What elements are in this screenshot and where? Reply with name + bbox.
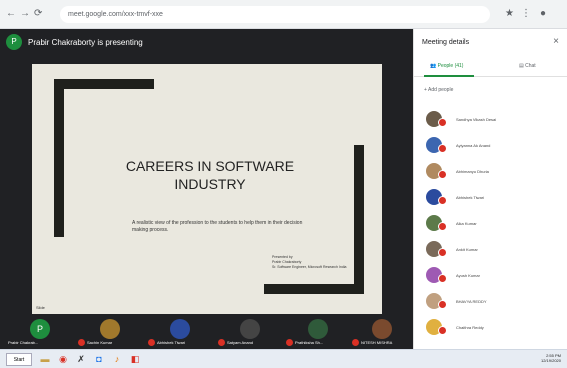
meeting-stage: P Prabir Chakraborty is presenting CAREE…: [0, 29, 413, 349]
mic-off-icon: [438, 248, 447, 257]
slide-bracket-bottom-right-v: [354, 145, 364, 294]
slide-presented-by: Presented by Prabir Chakraborty Sr. Soft…: [272, 255, 347, 269]
panel-title: Meeting details: [422, 39, 470, 46]
list-item[interactable]: Ayush Kumar: [414, 263, 567, 289]
participant-tile[interactable]: Abhishek Tiwari: [148, 319, 208, 349]
tab-people[interactable]: 👥 People (41): [430, 63, 463, 69]
back-icon[interactable]: ←: [6, 8, 16, 19]
extension-icon[interactable]: ★: [505, 8, 514, 19]
forward-icon[interactable]: →: [20, 8, 30, 19]
mic-off-icon: [148, 339, 155, 346]
close-icon[interactable]: ×: [553, 36, 559, 47]
add-people-button[interactable]: + Add people: [424, 87, 453, 93]
media-icon[interactable]: ♪: [110, 353, 124, 366]
mic-off-icon: [78, 339, 85, 346]
avatar: [170, 319, 190, 339]
start-button[interactable]: Start: [6, 353, 32, 366]
slide-bracket-top-left-h: [54, 79, 154, 89]
participant-tile[interactable]: Prathiksha Sh...: [286, 319, 346, 349]
people-list: Sandhya Vikash Desai Ayiyanna Ak Anand A…: [414, 107, 567, 341]
list-item[interactable]: Abhimanyu Dhuria: [414, 159, 567, 185]
taskbar: Start ▬ ◉ ✗ ◘ ♪ ◧ 2:55 PM 12/19/2020: [0, 349, 567, 368]
slide-bracket-bottom-right-h: [264, 284, 364, 294]
participant-tile[interactable]: NITESH MISHRA: [352, 319, 412, 349]
slide-bracket-top-left-v: [54, 79, 64, 237]
address-bar[interactable]: meet.google.com/xxx-tmvf-xxe: [60, 6, 490, 23]
reload-icon[interactable]: ⟳: [34, 8, 42, 19]
list-item[interactable]: Abhishek Tiwari: [414, 185, 567, 211]
mic-off-icon: [438, 170, 447, 179]
avatar: [100, 319, 120, 339]
mic-off-icon: [438, 326, 447, 335]
avatar: [240, 319, 260, 339]
slide-subtitle: A realistic view of the profession to th…: [132, 220, 303, 233]
tab-active-indicator: [424, 75, 474, 77]
profile-icon[interactable]: ●: [540, 8, 546, 19]
avatar: [308, 319, 328, 339]
presenter-text: Prabir Chakraborty is presenting: [28, 37, 143, 47]
avatar: [372, 319, 392, 339]
tab-chat[interactable]: ▤ Chat: [519, 63, 536, 69]
chrome-icon[interactable]: ◉: [56, 353, 70, 366]
folder-icon[interactable]: ▬: [38, 353, 52, 366]
mic-off-icon: [438, 196, 447, 205]
mic-off-icon: [352, 339, 359, 346]
list-item[interactable]: Ayiyanna Ak Anand: [414, 133, 567, 159]
mic-off-icon: [438, 118, 447, 127]
list-item[interactable]: Chaithra Reddy: [414, 315, 567, 341]
app-icon[interactable]: ◘: [92, 353, 106, 366]
slide-corner-label: Slide: [36, 305, 45, 310]
avatar: P: [30, 319, 50, 339]
participant-tile[interactable]: P Prabir Chakrab...: [8, 319, 68, 349]
panel-tabs: 👥 People (41) ▤ Chat: [414, 59, 567, 77]
mic-off-icon: [286, 339, 293, 346]
mic-off-icon: [438, 274, 447, 283]
presenter-banner: P Prabir Chakraborty is presenting: [6, 33, 143, 51]
list-item[interactable]: Sandhya Vikash Desai: [414, 107, 567, 133]
people-icon: 👥: [430, 63, 437, 69]
mic-off-icon: [218, 339, 225, 346]
mic-off-icon: [438, 300, 447, 309]
list-item[interactable]: Ankit Kumar: [414, 237, 567, 263]
pdf-icon[interactable]: ◧: [128, 353, 142, 366]
system-clock[interactable]: 2:55 PM 12/19/2020: [541, 353, 561, 363]
slide-title: CAREERS IN SOFTWARE INDUSTRY: [125, 158, 295, 192]
list-item[interactable]: BHAVYA REDDY: [414, 289, 567, 315]
participant-tiles: P Prabir Chakrab... Sachin Kumar Abhishe…: [0, 319, 413, 349]
add-person-icon: +: [424, 87, 427, 93]
mic-off-icon: [438, 222, 447, 231]
browser-toolbar: ← → ⟳ meet.google.com/xxx-tmvf-xxe ★ ⋮ ●: [0, 0, 567, 29]
participant-tile[interactable]: Sachin Kumar: [78, 319, 138, 349]
list-item[interactable]: Alka Kumar: [414, 211, 567, 237]
presentation-slide: CAREERS IN SOFTWARE INDUSTRY A realistic…: [32, 64, 382, 314]
menu-icon[interactable]: ⋮: [521, 8, 531, 19]
presenter-avatar: P: [6, 34, 22, 50]
chat-icon: ▤: [519, 63, 524, 69]
participant-tile[interactable]: Satyam Anand: [218, 319, 278, 349]
meeting-details-panel: Meeting details × 👥 People (41) ▤ Chat +…: [413, 29, 567, 349]
mic-off-icon: [438, 144, 447, 153]
tool-icon[interactable]: ✗: [74, 353, 88, 366]
